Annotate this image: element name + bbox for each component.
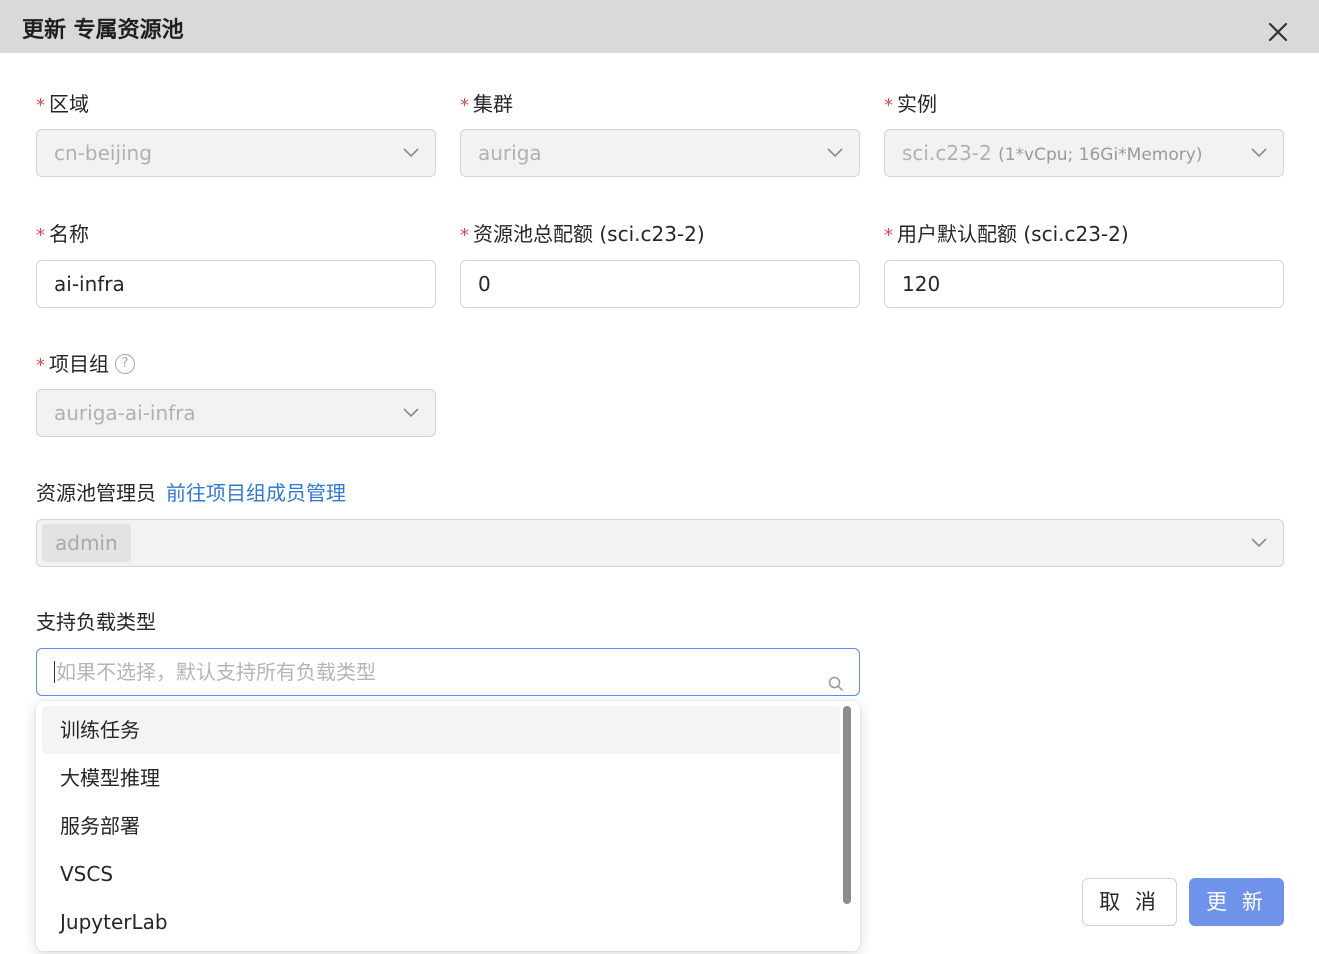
required-marker: *	[36, 95, 45, 116]
instance-value: sci.c23-2	[902, 141, 992, 165]
required-marker: *	[36, 355, 45, 376]
text-caret	[54, 660, 55, 683]
instance-label: * 实例	[884, 88, 937, 117]
workload-types-select[interactable]: 如果不选择，默认支持所有负载类型	[36, 648, 860, 696]
chevron-down-icon	[403, 406, 419, 418]
chevron-down-icon	[1251, 536, 1267, 548]
update-button[interactable]: 更 新	[1189, 878, 1284, 926]
option-training[interactable]: 训练任务	[42, 706, 840, 754]
name-label-text: 名称	[49, 222, 89, 246]
dropdown-scrollbar[interactable]	[843, 706, 851, 904]
workload-types-dropdown: 训练任务 大模型推理 服务部署 VSCS JupyterLab	[36, 701, 860, 951]
required-marker: *	[36, 225, 45, 246]
option-service-deploy[interactable]: 服务部署	[42, 802, 840, 850]
option-llm-inference[interactable]: 大模型推理	[42, 754, 840, 802]
project-group-label: * 项目组?	[36, 348, 135, 377]
cluster-value: auriga	[478, 141, 542, 165]
name-value: ai-infra	[54, 272, 125, 296]
user-quota-label-text: 用户默认配额 (sci.c23-2)	[897, 222, 1129, 246]
project-group-value: auriga-ai-infra	[54, 401, 196, 425]
required-marker: *	[460, 95, 469, 116]
admin-tag: admin	[42, 524, 131, 562]
instance-select[interactable]: sci.c23-2 (1*vCpu; 16Gi*Memory)	[884, 129, 1284, 177]
pool-quota-label-text: 资源池总配额 (sci.c23-2)	[473, 222, 705, 246]
workload-types-placeholder: 如果不选择，默认支持所有负载类型	[56, 660, 376, 684]
required-marker: *	[884, 225, 893, 246]
instance-label-text: 实例	[897, 92, 937, 116]
name-input[interactable]: ai-infra	[36, 260, 436, 308]
chevron-down-icon	[1251, 146, 1267, 158]
admins-label-text: 资源池管理员	[36, 481, 156, 505]
user-quota-value: 120	[902, 272, 941, 296]
question-circle-icon[interactable]: ?	[115, 353, 135, 374]
project-group-label-text: 项目组	[49, 352, 109, 376]
chevron-down-icon	[403, 146, 419, 158]
chevron-down-icon	[827, 146, 843, 158]
required-marker: *	[460, 225, 469, 246]
close-icon[interactable]	[1264, 18, 1292, 46]
pool-quota-label: * 资源池总配额 (sci.c23-2)	[460, 218, 705, 247]
cluster-label-text: 集群	[473, 92, 513, 116]
dialog-title: 更新 专属资源池	[22, 18, 184, 43]
region-label-text: 区域	[49, 92, 89, 116]
region-value: cn-beijing	[54, 141, 152, 165]
region-label: * 区域	[36, 88, 89, 117]
region-select[interactable]: cn-beijing	[36, 129, 436, 177]
member-management-link[interactable]: 前往项目组成员管理	[166, 481, 346, 505]
cluster-label: * 集群	[460, 88, 513, 117]
workload-types-label: 支持负载类型	[36, 610, 156, 634]
dialog-header: 更新 专属资源池	[0, 0, 1319, 53]
pool-quota-value: 0	[478, 272, 491, 296]
admins-select[interactable]: admin	[36, 519, 1284, 567]
option-jupyterlab[interactable]: JupyterLab	[42, 898, 840, 946]
cluster-select[interactable]: auriga	[460, 129, 860, 177]
pool-quota-input[interactable]: 0	[460, 260, 860, 308]
admins-label: 资源池管理员 前往项目组成员管理	[36, 477, 346, 506]
option-vscs[interactable]: VSCS	[42, 850, 840, 898]
required-marker: *	[884, 95, 893, 116]
name-label: * 名称	[36, 218, 89, 247]
project-group-select[interactable]: auriga-ai-infra	[36, 389, 436, 437]
instance-detail: (1*vCpu; 16Gi*Memory)	[998, 145, 1203, 165]
cancel-button[interactable]: 取 消	[1082, 878, 1177, 926]
user-quota-input[interactable]: 120	[884, 260, 1284, 308]
search-icon	[827, 663, 845, 692]
user-quota-label: * 用户默认配额 (sci.c23-2)	[884, 218, 1129, 247]
